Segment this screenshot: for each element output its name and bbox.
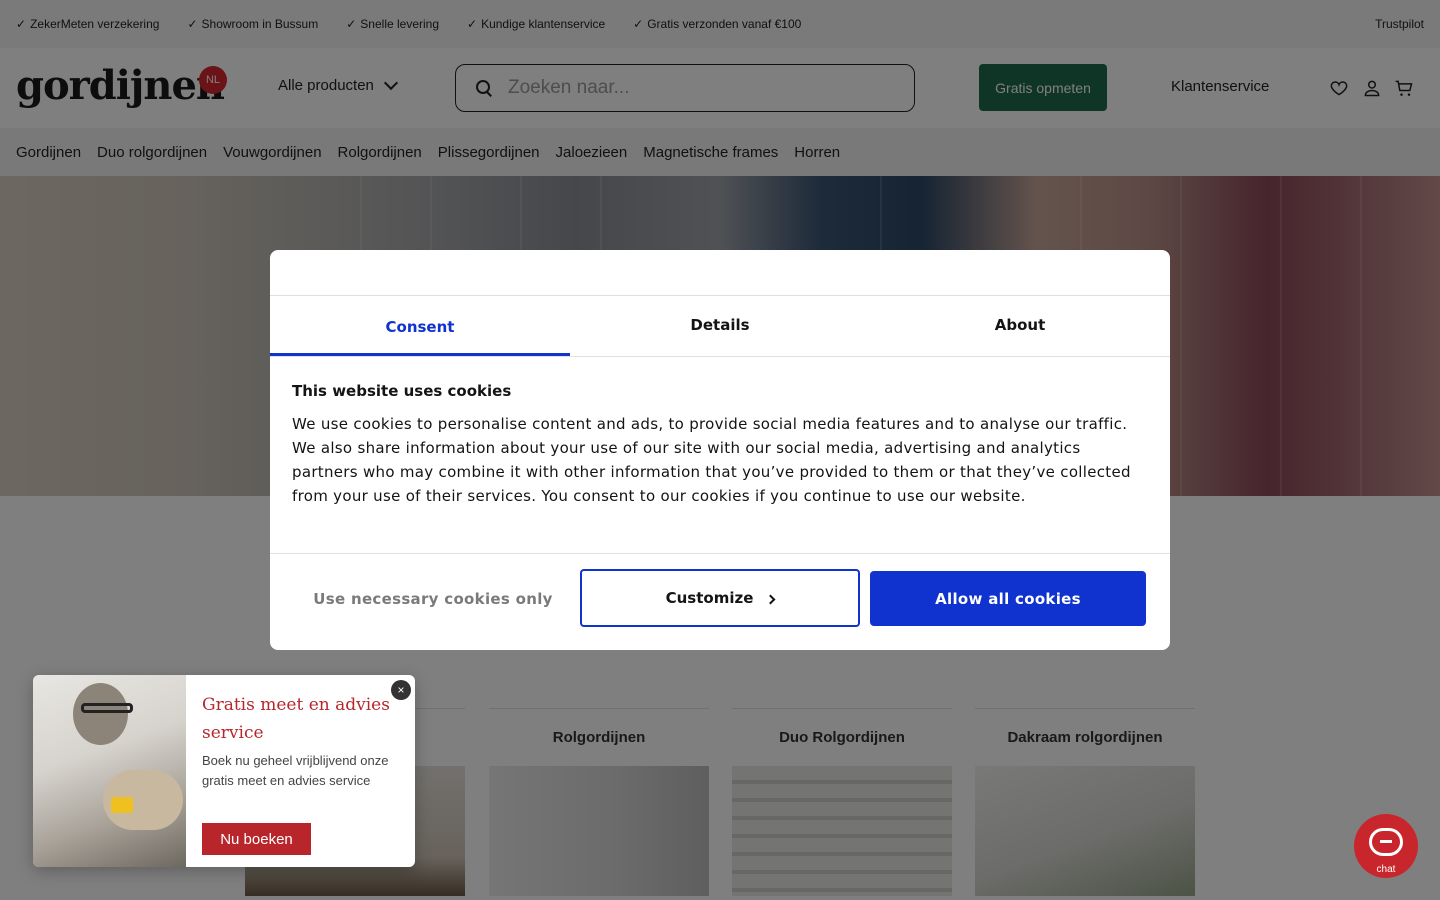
measure-service-popup: Gratis meet en advies service Boek nu ge… (33, 675, 415, 867)
cookie-heading: This website uses cookies (292, 382, 512, 400)
promo-image-glasses (81, 703, 133, 713)
book-now-button[interactable]: Nu boeken (202, 823, 311, 855)
promo-text: Boek nu geheel vrijblijvend onze gratis … (202, 753, 389, 788)
chat-label: chat (1376, 864, 1396, 875)
close-icon[interactable]: × (391, 680, 411, 700)
tab-consent[interactable]: Consent (270, 296, 570, 356)
promo-image-person (73, 683, 128, 745)
chevron-right-icon (765, 594, 776, 604)
necessary-cookies-button[interactable]: Use necessary cookies only (292, 571, 574, 627)
tab-details[interactable]: Details (570, 296, 870, 356)
chat-button[interactable]: chat (1354, 814, 1418, 878)
divider (270, 553, 1170, 554)
tape-measure-icon (111, 797, 133, 813)
chat-bubble-icon (1369, 828, 1403, 856)
cookie-tabs: Consent Details About (270, 295, 1170, 357)
cookie-body-text: We use cookies to personalise content an… (292, 415, 1131, 505)
cookie-consent-dialog: Consent Details About This website uses … (270, 250, 1170, 650)
allow-all-cookies-button[interactable]: Allow all cookies (870, 571, 1146, 626)
promo-image (33, 675, 186, 867)
customize-label: Customize (665, 589, 754, 607)
promo-title: Gratis meet en advies service (202, 695, 390, 743)
customize-button[interactable]: Customize (580, 569, 860, 627)
tab-about[interactable]: About (870, 296, 1170, 356)
